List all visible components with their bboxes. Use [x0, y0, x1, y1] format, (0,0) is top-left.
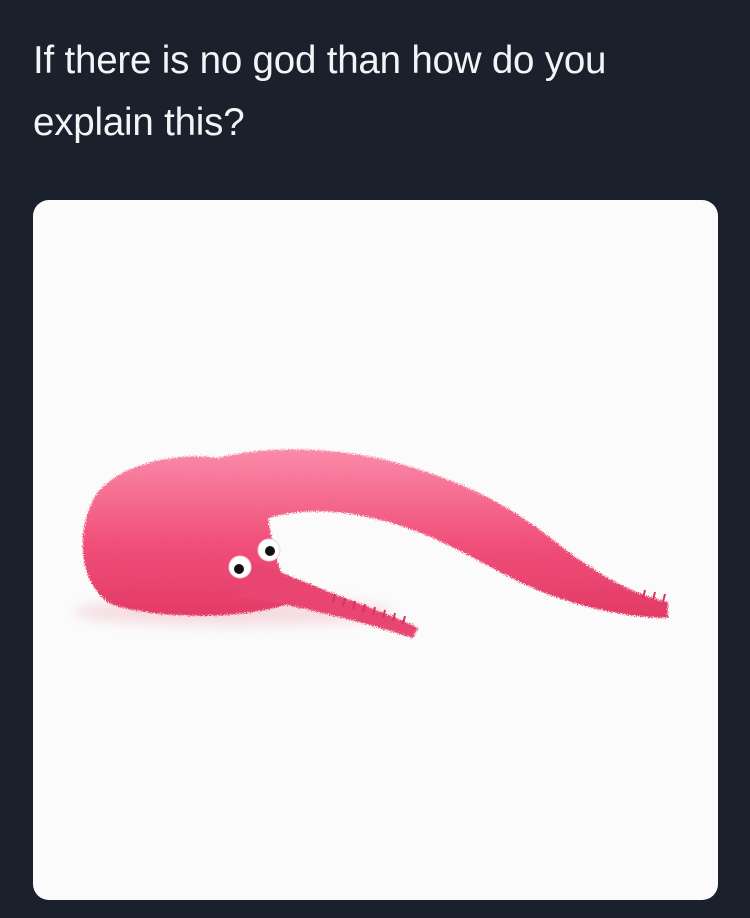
tweet-text: If there is no god than how do you expla…	[33, 39, 607, 144]
left-pupil	[234, 564, 244, 574]
fuzzy-worm-illustration	[73, 449, 668, 638]
right-pupil	[265, 546, 275, 556]
media-image[interactable]	[33, 200, 718, 900]
